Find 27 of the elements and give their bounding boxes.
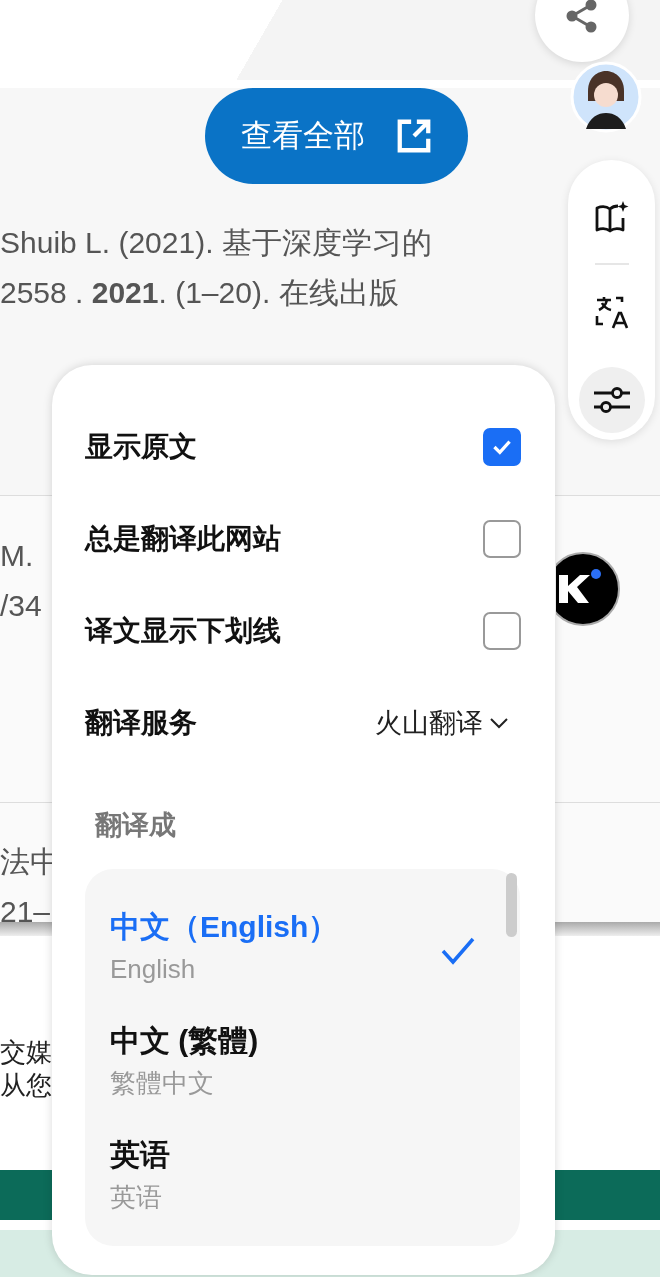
- share-icon: [566, 0, 598, 33]
- reference-text: /34: [0, 588, 42, 624]
- option-label: 翻译服务: [85, 706, 197, 740]
- language-item[interactable]: 英语 英语: [110, 1133, 520, 1247]
- avatar[interactable]: [570, 61, 642, 133]
- reference-text: 21–: [0, 894, 51, 930]
- checkbox[interactable]: [483, 520, 521, 558]
- service-dropdown[interactable]: 火山翻译: [375, 705, 509, 741]
- option-label: 译文显示下划线: [85, 614, 281, 648]
- checkbox[interactable]: [483, 428, 521, 466]
- notice-text: 交媒: [0, 1036, 52, 1069]
- scrollbar[interactable]: [506, 873, 517, 937]
- settings-tool-button[interactable]: [578, 367, 645, 433]
- option-label: 显示原文: [85, 430, 197, 464]
- language-item[interactable]: 中文（English） English: [110, 905, 520, 1019]
- notice-text: 从您: [0, 1069, 52, 1102]
- chevron-down-icon: [489, 717, 509, 729]
- view-all-button[interactable]: 查看全部: [205, 88, 468, 184]
- section-label: 翻译成: [95, 809, 177, 842]
- reference-text: M.: [0, 538, 34, 574]
- translate-icon: [593, 294, 630, 330]
- citation-text: Shuib L. (2021). 基于深度学习的: [0, 225, 432, 261]
- option-label: 总是翻译此网站: [85, 522, 281, 556]
- citation-text: 2558 . 2021. (1–20). 在线出版: [0, 275, 399, 311]
- language-item[interactable]: 中文 (繁體) 繁體中文: [110, 1019, 520, 1133]
- checkmark-icon: [441, 937, 475, 965]
- checkbox[interactable]: [483, 612, 521, 650]
